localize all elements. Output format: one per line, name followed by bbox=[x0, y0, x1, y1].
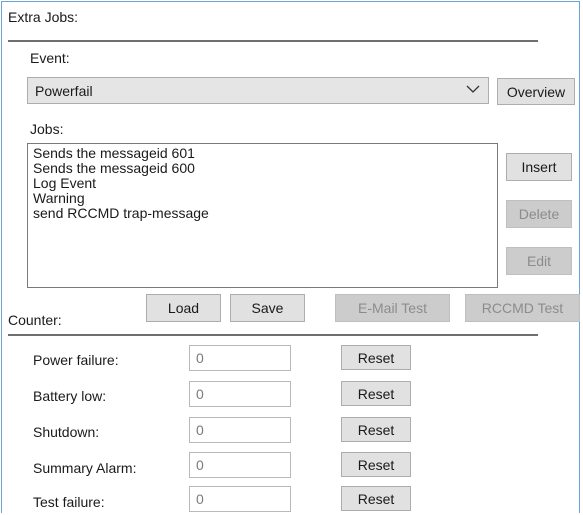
list-item[interactable]: Log Event bbox=[33, 176, 492, 191]
summary-alarm-count-value: 0 bbox=[196, 457, 204, 473]
counter-label-power-failure: Power failure: bbox=[33, 352, 119, 368]
battery-low-count-field: 0 bbox=[189, 381, 291, 407]
test-failure-count-value: 0 bbox=[196, 491, 204, 507]
shutdown-count-value: 0 bbox=[196, 422, 204, 438]
power-failure-count-value: 0 bbox=[196, 350, 204, 366]
load-button[interactable]: Load bbox=[146, 294, 221, 322]
counter-label-summary-alarm: Summary Alarm: bbox=[33, 460, 137, 476]
extra-jobs-divider bbox=[8, 40, 538, 42]
reset-test-failure-button[interactable]: Reset bbox=[341, 486, 411, 511]
list-item[interactable]: Sends the messageid 601 bbox=[33, 146, 492, 161]
reset-power-failure-button[interactable]: Reset bbox=[341, 345, 411, 370]
extra-jobs-group-label: Extra Jobs: bbox=[8, 9, 79, 25]
list-item[interactable]: Sends the messageid 600 bbox=[33, 161, 492, 176]
counter-group-label: Counter: bbox=[8, 312, 62, 328]
power-failure-count-field: 0 bbox=[189, 345, 291, 371]
list-item[interactable]: Warning bbox=[33, 191, 492, 206]
event-select[interactable]: Powerfail bbox=[27, 77, 489, 104]
email-test-button[interactable]: E-Mail Test bbox=[335, 294, 450, 322]
chevron-down-icon bbox=[466, 85, 480, 93]
test-failure-count-field: 0 bbox=[189, 486, 291, 512]
rccmd-test-button[interactable]: RCCMD Test bbox=[465, 294, 580, 322]
counter-label-battery-low: Battery low: bbox=[33, 388, 107, 404]
jobs-listbox[interactable]: Sends the messageid 601 Sends the messag… bbox=[27, 143, 498, 288]
save-button[interactable]: Save bbox=[230, 294, 305, 322]
summary-alarm-count-field: 0 bbox=[189, 452, 291, 478]
edit-button[interactable]: Edit bbox=[506, 247, 572, 275]
counter-label-test-failure: Test failure: bbox=[33, 494, 105, 510]
reset-battery-low-button[interactable]: Reset bbox=[341, 381, 411, 406]
shutdown-count-field: 0 bbox=[189, 417, 291, 443]
jobs-label: Jobs: bbox=[30, 121, 64, 137]
reset-shutdown-button[interactable]: Reset bbox=[341, 417, 411, 442]
reset-summary-alarm-button[interactable]: Reset bbox=[341, 452, 411, 477]
counter-label-shutdown: Shutdown: bbox=[33, 424, 100, 440]
event-select-value: Powerfail bbox=[35, 82, 93, 99]
delete-button[interactable]: Delete bbox=[506, 200, 572, 228]
event-label: Event: bbox=[30, 50, 70, 66]
counter-divider bbox=[8, 334, 538, 336]
overview-button[interactable]: Overview bbox=[497, 78, 575, 105]
list-item[interactable]: send RCCMD trap-message bbox=[33, 206, 492, 221]
battery-low-count-value: 0 bbox=[196, 386, 204, 402]
insert-button[interactable]: Insert bbox=[506, 153, 572, 181]
